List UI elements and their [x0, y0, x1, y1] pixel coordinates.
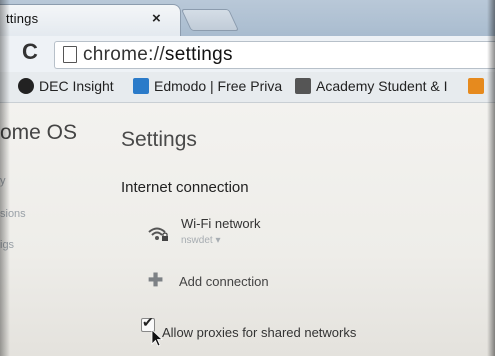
- section-title-internet: Internet connection: [121, 179, 249, 196]
- address-text: chrome://settings: [83, 44, 233, 66]
- bookmark-academy[interactable]: Academy Student & I: [295, 78, 448, 94]
- screen-edge-shadow: [0, 0, 10, 356]
- bookmark-label: Academy Student & I: [316, 78, 448, 94]
- settings-page: ome OS y sions igs Settings Internet con…: [0, 103, 495, 356]
- sidebar-title: ome OS: [0, 121, 78, 144]
- proxy-checkbox-label[interactable]: Allow proxies for shared networks: [162, 325, 356, 340]
- bookmark-label: DEC Insight: [39, 78, 114, 94]
- toolbar: C chrome://settings: [0, 36, 495, 72]
- tab-strip: ttings ×: [0, 0, 495, 37]
- tab-close-icon[interactable]: ×: [152, 10, 161, 27]
- dec-nsw-icon: [18, 78, 34, 94]
- add-connection-link[interactable]: Add connection: [179, 274, 269, 289]
- edmodo-icon: [133, 78, 149, 94]
- address-bar[interactable]: chrome://settings: [54, 41, 495, 69]
- bookmark-orange[interactable]: [468, 78, 489, 94]
- wifi-network-name[interactable]: nswdet ▾: [181, 235, 220, 246]
- orange-bookmark-icon: [468, 78, 484, 94]
- wifi-lock-icon: [148, 227, 168, 241]
- bookmark-label: Edmodo | Free Priva: [154, 78, 283, 94]
- plus-icon[interactable]: ✚: [148, 270, 163, 291]
- bookmark-dec-insight[interactable]: DEC Insight: [18, 78, 114, 94]
- tab-settings[interactable]: ttings ×: [0, 4, 181, 37]
- bookmarks-bar: DEC Insight Edmodo | Free Priva Academy …: [0, 72, 495, 103]
- new-tab-button[interactable]: [180, 9, 240, 31]
- url-page: settings: [164, 44, 233, 65]
- screen-edge-shadow: [487, 0, 495, 356]
- url-scheme: chrome://: [83, 44, 165, 65]
- browser-window: ttings × C chrome://settings DEC Insight…: [0, 0, 495, 356]
- reload-icon[interactable]: C: [22, 39, 38, 65]
- tab-title: ttings: [6, 11, 39, 26]
- wifi-network-label[interactable]: Wi-Fi network: [181, 216, 260, 231]
- page-title: Settings: [121, 128, 197, 151]
- academy-icon: [295, 78, 311, 94]
- bookmark-edmodo[interactable]: Edmodo | Free Priva: [133, 78, 282, 94]
- page-icon: [63, 46, 77, 63]
